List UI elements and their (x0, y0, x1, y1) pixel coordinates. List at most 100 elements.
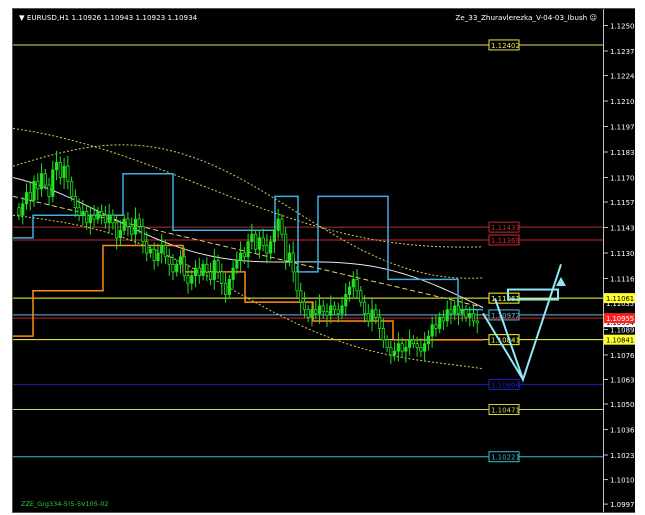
price-axis-scale: 1.12505 1.12370 1.12240 1.12105 1.11970 1.118… (604, 22, 635, 509)
candle-body (100, 211, 104, 216)
indicator-name-text: Ze_33_Zhuravlerezka_V-04-03_Ibush (455, 13, 588, 22)
candle-body (287, 252, 292, 261)
candle-body (227, 279, 231, 295)
candle-body (295, 271, 299, 292)
y-tick-label: 1.12505 (610, 22, 635, 30)
smiley-icon: ☺ (589, 13, 598, 22)
candle-body (430, 324, 434, 337)
candle-body (85, 211, 89, 224)
zigzag-projection-line (482, 263, 562, 383)
candle-body (152, 248, 156, 261)
candle-body (208, 271, 213, 280)
candle-body (310, 309, 314, 318)
candle-body (28, 192, 32, 201)
candle-body (438, 316, 442, 329)
arrow-head-icon (556, 277, 566, 286)
candle-body (370, 309, 374, 322)
candle-body (205, 263, 209, 273)
candle-body (163, 245, 168, 258)
candle-body (340, 305, 344, 314)
candle-body (419, 347, 423, 352)
level-label-text: 1.10604 (491, 381, 520, 389)
candle-body (299, 290, 303, 303)
candle-body (103, 214, 107, 224)
candle-body (69, 180, 74, 197)
candle-body (254, 233, 258, 250)
candle-body (471, 313, 476, 322)
candle-body (178, 256, 183, 265)
price-tag-label: 1.11061 (606, 295, 634, 303)
price-axis[interactable]: 1.12505 1.12370 1.12240 1.12105 1.11970 1.118… (603, 9, 635, 512)
candle-body (475, 320, 479, 324)
candle-body (231, 267, 235, 280)
candle-body (257, 237, 261, 250)
candle-body (81, 211, 85, 216)
candle-body (73, 195, 77, 209)
candle-body (411, 339, 415, 345)
y-tick-label: 1.09970 (610, 501, 635, 509)
candle-body (291, 252, 295, 273)
candle-body (201, 263, 205, 277)
indicator-name: Ze_33_Zhuravlerezka_V-04-03_Ibush ☺ (455, 13, 597, 22)
candle-body (171, 263, 175, 273)
price-chart: 1.124021.114371.113691.110611.109721.108… (13, 39, 603, 463)
candle-body (193, 267, 198, 277)
candle-body (242, 252, 246, 258)
candle-body (107, 214, 111, 224)
candle-body (250, 233, 254, 243)
candle-body (156, 252, 160, 261)
plot-area[interactable]: 1.12402 1.11437 1.11369 1.11061 1.10972 1.108… (13, 9, 603, 512)
candle-body (445, 309, 449, 322)
candle-body (381, 328, 385, 341)
candle-body (223, 282, 228, 295)
candle-body (366, 313, 370, 322)
candle-body (336, 309, 340, 314)
candle-body (460, 309, 464, 314)
candle-body (389, 347, 393, 356)
candle-body (175, 263, 179, 273)
candle-body (96, 211, 100, 220)
candle-body (423, 343, 427, 352)
candle-body (344, 294, 348, 307)
candle-body (133, 218, 138, 235)
footer-label: ZZE_Grg334-5!5-5V105-02 (21, 500, 109, 508)
candle-body (39, 173, 44, 190)
y-tick-label: 1.12105 (610, 98, 635, 106)
candle-body (464, 309, 468, 318)
y-tick-label: 1.11970 (610, 124, 635, 132)
candle-body (62, 165, 66, 178)
level-label-text: 1.10221 (491, 454, 520, 462)
candle-body (111, 214, 115, 224)
y-tick-label: 1.10365 (610, 427, 635, 435)
candle-body (36, 180, 40, 190)
y-tick-label: 1.11835 (610, 149, 635, 157)
candle-body (347, 286, 352, 295)
candle-body (47, 184, 51, 197)
candle-body (235, 260, 239, 269)
y-tick-label: 1.10230 (610, 452, 635, 460)
candle-body (449, 309, 453, 314)
candle-body (329, 305, 333, 316)
candle-body (359, 290, 363, 303)
candle-body (145, 241, 149, 254)
candle-body (321, 305, 325, 312)
candle-body (130, 226, 134, 235)
candle-body (66, 165, 70, 182)
level-label-text: 1.12402 (491, 42, 520, 50)
level-label-text: 1.11437 (491, 224, 520, 232)
candle-body (408, 339, 412, 348)
level-label-text: 1.10841 (491, 337, 520, 345)
candle-body (393, 350, 397, 356)
collapse-triangle-icon[interactable]: ▼ (19, 13, 27, 22)
candle-body (246, 241, 250, 258)
y-tick-label: 1.11570 (610, 199, 635, 207)
candle-body (77, 207, 81, 216)
candle-body (24, 192, 29, 205)
y-tick-label: 1.10630 (610, 377, 635, 385)
candle-body (88, 214, 92, 224)
candle-body (453, 305, 457, 314)
candle-body (118, 229, 123, 239)
candle-body (58, 161, 62, 178)
candle-body (355, 279, 359, 292)
candle-body (426, 335, 431, 345)
